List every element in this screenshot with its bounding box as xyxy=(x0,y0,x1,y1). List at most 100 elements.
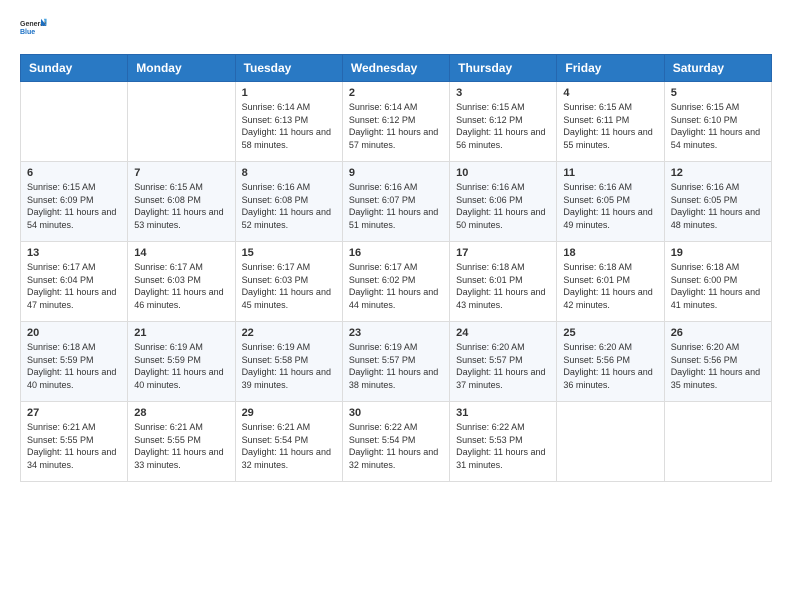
logo-icon: GeneralBlue xyxy=(20,16,48,44)
calendar-day-cell xyxy=(664,402,771,482)
calendar-day-cell: 25 Sunrise: 6:20 AM Sunset: 5:56 PM Dayli… xyxy=(557,322,664,402)
day-number: 5 xyxy=(671,87,765,99)
calendar-day-cell: 20 Sunrise: 6:18 AM Sunset: 5:59 PM Dayli… xyxy=(21,322,128,402)
day-number: 21 xyxy=(134,327,228,339)
day-number: 19 xyxy=(671,247,765,259)
day-number: 14 xyxy=(134,247,228,259)
calendar-week-row: 1 Sunrise: 6:14 AM Sunset: 6:13 PM Daylig… xyxy=(21,82,772,162)
day-number: 10 xyxy=(456,167,550,179)
day-info: Sunrise: 6:18 AM Sunset: 6:01 PM Dayligh… xyxy=(456,261,550,311)
calendar-day-cell: 15 Sunrise: 6:17 AM Sunset: 6:03 PM Dayli… xyxy=(235,242,342,322)
day-info: Sunrise: 6:21 AM Sunset: 5:54 PM Dayligh… xyxy=(242,421,336,471)
calendar-day-cell: 24Sunrise: 6:20 AM Sunset: 5:57 PM Dayli… xyxy=(450,322,557,402)
calendar-day-cell: 23Sunrise: 6:19 AM Sunset: 5:57 PM Dayli… xyxy=(342,322,449,402)
day-number: 11 xyxy=(563,167,657,179)
svg-text:Blue: Blue xyxy=(20,29,35,36)
day-number: 6 xyxy=(27,167,121,179)
day-info: Sunrise: 6:19 AM Sunset: 5:59 PM Dayligh… xyxy=(134,341,228,391)
weekday-header: Wednesday xyxy=(342,55,449,82)
day-info: Sunrise: 6:17 AM Sunset: 6:03 PM Dayligh… xyxy=(242,261,336,311)
day-number: 13 xyxy=(27,247,121,259)
calendar-day-cell: 31 Sunrise: 6:22 AM Sunset: 5:53 PM Dayli… xyxy=(450,402,557,482)
calendar-day-cell: 19Sunrise: 6:18 AM Sunset: 6:00 PM Dayli… xyxy=(664,242,771,322)
weekday-header: Thursday xyxy=(450,55,557,82)
calendar-day-cell: 28 Sunrise: 6:21 AM Sunset: 5:55 PM Dayli… xyxy=(128,402,235,482)
weekday-header: Saturday xyxy=(664,55,771,82)
day-info: Sunrise: 6:22 AM Sunset: 5:53 PM Dayligh… xyxy=(456,421,550,471)
day-number: 17 xyxy=(456,247,550,259)
weekday-header: Sunday xyxy=(21,55,128,82)
calendar-day-cell: 5 Sunrise: 6:15 AM Sunset: 6:10 PM Daylig… xyxy=(664,82,771,162)
calendar-day-cell: 21 Sunrise: 6:19 AM Sunset: 5:59 PM Dayli… xyxy=(128,322,235,402)
calendar-day-cell: 4 Sunrise: 6:15 AM Sunset: 6:11 PM Daylig… xyxy=(557,82,664,162)
day-number: 29 xyxy=(242,407,336,419)
day-info: Sunrise: 6:14 AM Sunset: 6:13 PM Dayligh… xyxy=(242,101,336,151)
calendar-day-cell xyxy=(557,402,664,482)
day-number: 23 xyxy=(349,327,443,339)
day-info: Sunrise: 6:20 AM Sunset: 5:57 PM Dayligh… xyxy=(456,341,550,391)
calendar-day-cell: 14Sunrise: 6:17 AM Sunset: 6:03 PM Dayli… xyxy=(128,242,235,322)
calendar-day-cell: 27 Sunrise: 6:21 AM Sunset: 5:55 PM Dayli… xyxy=(21,402,128,482)
calendar-day-cell xyxy=(21,82,128,162)
day-number: 2 xyxy=(349,87,443,99)
day-info: Sunrise: 6:20 AM Sunset: 5:56 PM Dayligh… xyxy=(563,341,657,391)
day-number: 4 xyxy=(563,87,657,99)
day-info: Sunrise: 6:17 AM Sunset: 6:04 PM Dayligh… xyxy=(27,261,121,311)
day-info: Sunrise: 6:19 AM Sunset: 5:58 PM Dayligh… xyxy=(242,341,336,391)
day-number: 8 xyxy=(242,167,336,179)
page-header: GeneralBlue xyxy=(20,16,772,44)
day-info: Sunrise: 6:15 AM Sunset: 6:10 PM Dayligh… xyxy=(671,101,765,151)
day-info: Sunrise: 6:16 AM Sunset: 6:07 PM Dayligh… xyxy=(349,181,443,231)
logo: GeneralBlue xyxy=(20,16,48,44)
calendar-day-cell: 26Sunrise: 6:20 AM Sunset: 5:56 PM Dayli… xyxy=(664,322,771,402)
day-info: Sunrise: 6:15 AM Sunset: 6:08 PM Dayligh… xyxy=(134,181,228,231)
calendar-week-row: 27 Sunrise: 6:21 AM Sunset: 5:55 PM Dayli… xyxy=(21,402,772,482)
calendar-day-cell: 29 Sunrise: 6:21 AM Sunset: 5:54 PM Dayli… xyxy=(235,402,342,482)
day-number: 12 xyxy=(671,167,765,179)
day-number: 30 xyxy=(349,407,443,419)
day-info: Sunrise: 6:17 AM Sunset: 6:02 PM Dayligh… xyxy=(349,261,443,311)
day-number: 28 xyxy=(134,407,228,419)
calendar-day-cell xyxy=(128,82,235,162)
day-info: Sunrise: 6:21 AM Sunset: 5:55 PM Dayligh… xyxy=(134,421,228,471)
day-info: Sunrise: 6:18 AM Sunset: 6:01 PM Dayligh… xyxy=(563,261,657,311)
weekday-header: Friday xyxy=(557,55,664,82)
day-info: Sunrise: 6:14 AM Sunset: 6:12 PM Dayligh… xyxy=(349,101,443,151)
calendar-day-cell: 3Sunrise: 6:15 AM Sunset: 6:12 PM Daylig… xyxy=(450,82,557,162)
day-number: 25 xyxy=(563,327,657,339)
day-number: 7 xyxy=(134,167,228,179)
day-number: 31 xyxy=(456,407,550,419)
calendar-day-cell: 2 Sunrise: 6:14 AM Sunset: 6:12 PM Daylig… xyxy=(342,82,449,162)
calendar-day-cell: 30Sunrise: 6:22 AM Sunset: 5:54 PM Dayli… xyxy=(342,402,449,482)
day-number: 27 xyxy=(27,407,121,419)
day-info: Sunrise: 6:18 AM Sunset: 5:59 PM Dayligh… xyxy=(27,341,121,391)
weekday-header: Monday xyxy=(128,55,235,82)
day-number: 1 xyxy=(242,87,336,99)
day-number: 9 xyxy=(349,167,443,179)
weekday-header: Tuesday xyxy=(235,55,342,82)
calendar-header-row: SundayMondayTuesdayWednesdayThursdayFrid… xyxy=(21,55,772,82)
day-info: Sunrise: 6:15 AM Sunset: 6:12 PM Dayligh… xyxy=(456,101,550,151)
calendar-day-cell: 7 Sunrise: 6:15 AM Sunset: 6:08 PM Daylig… xyxy=(128,162,235,242)
calendar-day-cell: 9 Sunrise: 6:16 AM Sunset: 6:07 PM Daylig… xyxy=(342,162,449,242)
calendar-day-cell: 17 Sunrise: 6:18 AM Sunset: 6:01 PM Dayli… xyxy=(450,242,557,322)
calendar-day-cell: 1 Sunrise: 6:14 AM Sunset: 6:13 PM Daylig… xyxy=(235,82,342,162)
day-number: 20 xyxy=(27,327,121,339)
calendar-table: SundayMondayTuesdayWednesdayThursdayFrid… xyxy=(20,54,772,482)
day-number: 22 xyxy=(242,327,336,339)
day-info: Sunrise: 6:16 AM Sunset: 6:08 PM Dayligh… xyxy=(242,181,336,231)
calendar-day-cell: 8 Sunrise: 6:16 AM Sunset: 6:08 PM Daylig… xyxy=(235,162,342,242)
day-info: Sunrise: 6:16 AM Sunset: 6:05 PM Dayligh… xyxy=(563,181,657,231)
day-number: 15 xyxy=(242,247,336,259)
day-info: Sunrise: 6:15 AM Sunset: 6:11 PM Dayligh… xyxy=(563,101,657,151)
day-info: Sunrise: 6:16 AM Sunset: 6:05 PM Dayligh… xyxy=(671,181,765,231)
calendar-day-cell: 12 Sunrise: 6:16 AM Sunset: 6:05 PM Dayli… xyxy=(664,162,771,242)
day-info: Sunrise: 6:21 AM Sunset: 5:55 PM Dayligh… xyxy=(27,421,121,471)
day-info: Sunrise: 6:15 AM Sunset: 6:09 PM Dayligh… xyxy=(27,181,121,231)
calendar-day-cell: 6 Sunrise: 6:15 AM Sunset: 6:09 PM Daylig… xyxy=(21,162,128,242)
day-number: 26 xyxy=(671,327,765,339)
calendar-week-row: 20 Sunrise: 6:18 AM Sunset: 5:59 PM Dayli… xyxy=(21,322,772,402)
calendar-day-cell: 11 Sunrise: 6:16 AM Sunset: 6:05 PM Dayli… xyxy=(557,162,664,242)
calendar-week-row: 13 Sunrise: 6:17 AM Sunset: 6:04 PM Dayli… xyxy=(21,242,772,322)
calendar-day-cell: 16Sunrise: 6:17 AM Sunset: 6:02 PM Dayli… xyxy=(342,242,449,322)
